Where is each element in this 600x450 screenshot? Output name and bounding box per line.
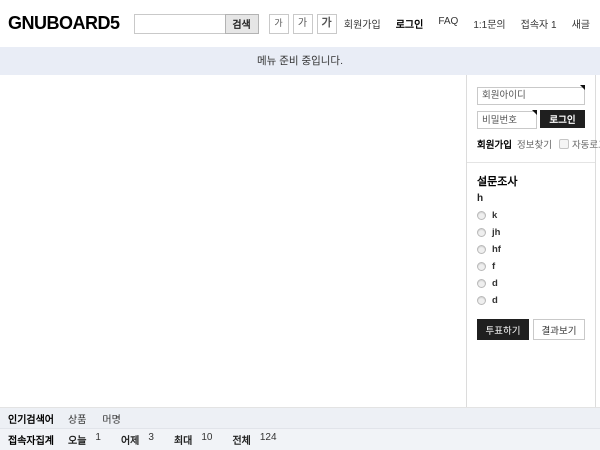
login-box: 로그인 회원가입 정보찾기 자동로그인 (467, 75, 595, 162)
poll-options: k jh hf f d (477, 210, 585, 306)
visitor-stats-label: 접속자집계 (8, 432, 68, 447)
poll-buttons-row: 투표하기 결과보기 (477, 319, 585, 340)
menu-connected-users-link[interactable]: 접속자 1 (521, 16, 557, 31)
stat-value: 1 (95, 432, 101, 447)
register-link[interactable]: 회원가입 (477, 137, 512, 151)
main-menu-bar: 메뉴 준비 중입니다. (0, 47, 600, 75)
vote-button[interactable]: 투표하기 (477, 319, 529, 340)
sidebar: 로그인 회원가입 정보찾기 자동로그인 설문조사 h (466, 75, 596, 407)
poll-title: 설문조사 (477, 173, 585, 189)
font-size-controls: 가 가 가 (269, 14, 337, 34)
popular-keywords-row: 인기검색어 상품 머명 (0, 407, 600, 428)
poll-question: h (477, 193, 585, 204)
stat-yesterday: 어제 3 (121, 432, 154, 447)
radio-icon[interactable] (477, 296, 486, 305)
stat-label: 전체 (232, 432, 250, 447)
poll-option-label: d (492, 295, 498, 306)
stat-total: 전체 124 (232, 432, 276, 447)
popular-keywords-label: 인기검색어 (8, 411, 68, 426)
visitor-stats: 오늘 1 어제 3 최대 10 전체 124 (68, 432, 297, 447)
poll-option-label: f (492, 261, 495, 272)
gnuboard-home-page: GNUBOARD5 검색 가 가 가 회원가입 로그인 FAQ 1:1문의 접속… (0, 0, 600, 450)
poll-option[interactable]: jh (477, 227, 585, 238)
auto-login-control: 자동로그인 (559, 137, 600, 151)
stat-value: 124 (260, 432, 277, 447)
menu-new-posts-link[interactable]: 새글 (572, 16, 590, 31)
menu-login-link[interactable]: 로그인 (396, 16, 424, 31)
poll-option-label: k (492, 210, 497, 221)
radio-icon[interactable] (477, 262, 486, 271)
poll-option[interactable]: d (477, 278, 585, 289)
stat-value: 3 (148, 432, 154, 447)
font-size-large-button[interactable]: 가 (317, 14, 337, 34)
poll-option-label: jh (492, 227, 500, 238)
auto-login-label: 자동로그인 (572, 137, 600, 151)
member-id-input[interactable] (477, 87, 585, 105)
member-menu: 회원가입 로그인 FAQ 1:1문의 접속자 1 새글 (344, 16, 590, 31)
stat-label: 어제 (121, 432, 139, 447)
popular-keyword-link[interactable]: 상품 (68, 411, 86, 426)
menu-inquiry-link[interactable]: 1:1문의 (473, 16, 505, 31)
find-info-link[interactable]: 정보찾기 (517, 137, 552, 151)
font-size-small-button[interactable]: 가 (269, 14, 289, 34)
password-input[interactable] (477, 111, 537, 129)
visitor-stats-row: 접속자집계 오늘 1 어제 3 최대 10 전체 124 (0, 428, 600, 450)
stat-label: 최대 (174, 432, 192, 447)
menu-register-link[interactable]: 회원가입 (344, 16, 381, 31)
required-corner-icon (532, 110, 537, 115)
header: GNUBOARD5 검색 가 가 가 회원가입 로그인 FAQ 1:1문의 접속… (0, 0, 600, 47)
menu-preparing-message: 메뉴 준비 중입니다. (257, 55, 343, 67)
site-logo[interactable]: GNUBOARD5 (8, 13, 120, 34)
stat-value: 10 (201, 432, 212, 447)
poll-result-button[interactable]: 결과보기 (533, 319, 585, 340)
font-size-medium-button[interactable]: 가 (293, 14, 313, 34)
radio-icon[interactable] (477, 228, 486, 237)
poll-box: 설문조사 h k jh hf (467, 163, 595, 350)
poll-option[interactable]: d (477, 295, 585, 306)
radio-icon[interactable] (477, 279, 486, 288)
poll-option[interactable]: hf (477, 244, 585, 255)
login-button[interactable]: 로그인 (540, 110, 585, 128)
popular-keyword-link[interactable]: 머명 (102, 411, 120, 426)
menu-faq-link[interactable]: FAQ (438, 16, 458, 31)
stat-today: 오늘 1 (68, 432, 101, 447)
search-input[interactable] (134, 14, 226, 34)
poll-option-label: hf (492, 244, 501, 255)
main-content-area: 로그인 회원가입 정보찾기 자동로그인 설문조사 h (0, 75, 600, 407)
radio-icon[interactable] (477, 245, 486, 254)
search-form: 검색 (134, 14, 259, 34)
required-corner-icon (580, 85, 585, 90)
poll-option[interactable]: f (477, 261, 585, 272)
search-button[interactable]: 검색 (225, 14, 259, 34)
stat-max: 최대 10 (174, 432, 213, 447)
radio-icon[interactable] (477, 211, 486, 220)
poll-option[interactable]: k (477, 210, 585, 221)
stat-label: 오늘 (68, 432, 86, 447)
auto-login-checkbox[interactable] (559, 139, 569, 149)
login-links-row: 회원가입 정보찾기 자동로그인 (477, 137, 585, 151)
poll-option-label: d (492, 278, 498, 289)
